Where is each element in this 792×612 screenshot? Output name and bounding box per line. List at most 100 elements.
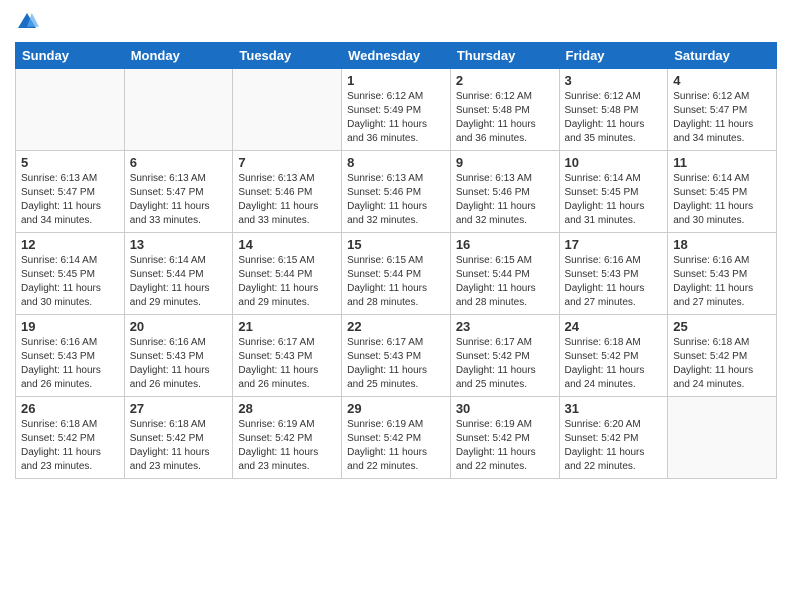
day-number: 31	[565, 401, 663, 416]
day-info: Sunrise: 6:13 AMSunset: 5:47 PMDaylight:…	[21, 172, 119, 228]
week-row-3: 19 Sunrise: 6:16 AMSunset: 5:43 PMDayligh…	[16, 315, 777, 397]
day-number: 27	[130, 401, 228, 416]
day-info: Sunrise: 6:18 AMSunset: 5:42 PMDaylight:…	[21, 418, 119, 474]
calendar-cell: 12 Sunrise: 6:14 AMSunset: 5:45 PMDayligh…	[16, 233, 125, 315]
day-info: Sunrise: 6:17 AMSunset: 5:43 PMDaylight:…	[238, 336, 336, 392]
day-number: 25	[673, 319, 771, 334]
calendar-cell: 25 Sunrise: 6:18 AMSunset: 5:42 PMDayligh…	[668, 315, 777, 397]
week-row-4: 26 Sunrise: 6:18 AMSunset: 5:42 PMDayligh…	[16, 397, 777, 479]
days-header-row: SundayMondayTuesdayWednesdayThursdayFrid…	[16, 43, 777, 69]
calendar-cell: 14 Sunrise: 6:15 AMSunset: 5:44 PMDayligh…	[233, 233, 342, 315]
calendar-cell	[16, 69, 125, 151]
day-info: Sunrise: 6:19 AMSunset: 5:42 PMDaylight:…	[456, 418, 554, 474]
day-info: Sunrise: 6:18 AMSunset: 5:42 PMDaylight:…	[673, 336, 771, 392]
day-number: 30	[456, 401, 554, 416]
day-number: 20	[130, 319, 228, 334]
day-info: Sunrise: 6:12 AMSunset: 5:49 PMDaylight:…	[347, 90, 445, 146]
day-number: 1	[347, 73, 445, 88]
day-info: Sunrise: 6:13 AMSunset: 5:46 PMDaylight:…	[347, 172, 445, 228]
calendar-cell	[233, 69, 342, 151]
logo-icon	[15, 10, 39, 34]
day-number: 5	[21, 155, 119, 170]
calendar-cell: 11 Sunrise: 6:14 AMSunset: 5:45 PMDayligh…	[668, 151, 777, 233]
calendar-cell: 3 Sunrise: 6:12 AMSunset: 5:48 PMDaylight…	[559, 69, 668, 151]
day-info: Sunrise: 6:17 AMSunset: 5:42 PMDaylight:…	[456, 336, 554, 392]
calendar-cell: 4 Sunrise: 6:12 AMSunset: 5:47 PMDaylight…	[668, 69, 777, 151]
day-info: Sunrise: 6:18 AMSunset: 5:42 PMDaylight:…	[130, 418, 228, 474]
day-number: 29	[347, 401, 445, 416]
calendar-cell	[124, 69, 233, 151]
day-info: Sunrise: 6:13 AMSunset: 5:46 PMDaylight:…	[456, 172, 554, 228]
calendar-cell: 6 Sunrise: 6:13 AMSunset: 5:47 PMDaylight…	[124, 151, 233, 233]
day-number: 23	[456, 319, 554, 334]
day-number: 11	[673, 155, 771, 170]
calendar-cell: 15Sunrise: 6:15 AMSunset: 5:44 PMDayligh…	[342, 233, 451, 315]
calendar-cell: 20 Sunrise: 6:16 AMSunset: 5:43 PMDayligh…	[124, 315, 233, 397]
day-info: Sunrise: 6:13 AMSunset: 5:47 PMDaylight:…	[130, 172, 228, 228]
day-info: Sunrise: 6:14 AMSunset: 5:45 PMDaylight:…	[21, 254, 119, 310]
day-number: 21	[238, 319, 336, 334]
day-number: 28	[238, 401, 336, 416]
week-row-0: 1 Sunrise: 6:12 AMSunset: 5:49 PMDaylight…	[16, 69, 777, 151]
week-row-2: 12 Sunrise: 6:14 AMSunset: 5:45 PMDayligh…	[16, 233, 777, 315]
day-info: Sunrise: 6:19 AMSunset: 5:42 PMDaylight:…	[347, 418, 445, 474]
calendar-cell: 10 Sunrise: 6:14 AMSunset: 5:45 PMDayligh…	[559, 151, 668, 233]
day-number: 14	[238, 237, 336, 252]
day-number: 24	[565, 319, 663, 334]
day-info: Sunrise: 6:12 AMSunset: 5:48 PMDaylight:…	[456, 90, 554, 146]
calendar-cell: 27 Sunrise: 6:18 AMSunset: 5:42 PMDayligh…	[124, 397, 233, 479]
day-info: Sunrise: 6:18 AMSunset: 5:42 PMDaylight:…	[565, 336, 663, 392]
day-number: 22	[347, 319, 445, 334]
calendar-cell: 28 Sunrise: 6:19 AMSunset: 5:42 PMDayligh…	[233, 397, 342, 479]
day-info: Sunrise: 6:14 AMSunset: 5:45 PMDaylight:…	[565, 172, 663, 228]
day-info: Sunrise: 6:12 AMSunset: 5:47 PMDaylight:…	[673, 90, 771, 146]
week-row-1: 5 Sunrise: 6:13 AMSunset: 5:47 PMDaylight…	[16, 151, 777, 233]
calendar-cell: 2Sunrise: 6:12 AMSunset: 5:48 PMDaylight…	[450, 69, 559, 151]
day-info: Sunrise: 6:16 AMSunset: 5:43 PMDaylight:…	[21, 336, 119, 392]
day-info: Sunrise: 6:16 AMSunset: 5:43 PMDaylight:…	[673, 254, 771, 310]
day-number: 15	[347, 237, 445, 252]
calendar-cell: 8 Sunrise: 6:13 AMSunset: 5:46 PMDaylight…	[342, 151, 451, 233]
day-header-friday: Friday	[559, 43, 668, 69]
day-number: 17	[565, 237, 663, 252]
calendar-cell: 24 Sunrise: 6:18 AMSunset: 5:42 PMDayligh…	[559, 315, 668, 397]
calendar-cell: 22 Sunrise: 6:17 AMSunset: 5:43 PMDayligh…	[342, 315, 451, 397]
calendar-cell: 30 Sunrise: 6:19 AMSunset: 5:42 PMDayligh…	[450, 397, 559, 479]
calendar: SundayMondayTuesdayWednesdayThursdayFrid…	[15, 42, 777, 479]
day-header-tuesday: Tuesday	[233, 43, 342, 69]
day-number: 19	[21, 319, 119, 334]
calendar-cell: 9Sunrise: 6:13 AMSunset: 5:46 PMDaylight…	[450, 151, 559, 233]
day-number: 8	[347, 155, 445, 170]
day-info: Sunrise: 6:15 AMSunset: 5:44 PMDaylight:…	[238, 254, 336, 310]
logo	[15, 10, 43, 34]
day-info: Sunrise: 6:12 AMSunset: 5:48 PMDaylight:…	[565, 90, 663, 146]
day-header-wednesday: Wednesday	[342, 43, 451, 69]
day-info: Sunrise: 6:16 AMSunset: 5:43 PMDaylight:…	[130, 336, 228, 392]
day-number: 26	[21, 401, 119, 416]
day-info: Sunrise: 6:14 AMSunset: 5:45 PMDaylight:…	[673, 172, 771, 228]
calendar-cell: 7Sunrise: 6:13 AMSunset: 5:46 PMDaylight…	[233, 151, 342, 233]
calendar-cell: 23 Sunrise: 6:17 AMSunset: 5:42 PMDayligh…	[450, 315, 559, 397]
day-number: 13	[130, 237, 228, 252]
day-number: 12	[21, 237, 119, 252]
day-number: 16	[456, 237, 554, 252]
calendar-cell: 31Sunrise: 6:20 AMSunset: 5:42 PMDayligh…	[559, 397, 668, 479]
day-header-saturday: Saturday	[668, 43, 777, 69]
calendar-cell: 13 Sunrise: 6:14 AMSunset: 5:44 PMDayligh…	[124, 233, 233, 315]
day-number: 3	[565, 73, 663, 88]
calendar-cell: 26 Sunrise: 6:18 AMSunset: 5:42 PMDayligh…	[16, 397, 125, 479]
day-info: Sunrise: 6:19 AMSunset: 5:42 PMDaylight:…	[238, 418, 336, 474]
calendar-cell: 5 Sunrise: 6:13 AMSunset: 5:47 PMDaylight…	[16, 151, 125, 233]
day-info: Sunrise: 6:13 AMSunset: 5:46 PMDaylight:…	[238, 172, 336, 228]
calendar-cell: 1 Sunrise: 6:12 AMSunset: 5:49 PMDaylight…	[342, 69, 451, 151]
calendar-cell: 18Sunrise: 6:16 AMSunset: 5:43 PMDayligh…	[668, 233, 777, 315]
calendar-cell: 19 Sunrise: 6:16 AMSunset: 5:43 PMDayligh…	[16, 315, 125, 397]
day-number: 10	[565, 155, 663, 170]
day-info: Sunrise: 6:17 AMSunset: 5:43 PMDaylight:…	[347, 336, 445, 392]
day-number: 4	[673, 73, 771, 88]
day-number: 6	[130, 155, 228, 170]
calendar-cell: 16Sunrise: 6:15 AMSunset: 5:44 PMDayligh…	[450, 233, 559, 315]
calendar-cell: 21 Sunrise: 6:17 AMSunset: 5:43 PMDayligh…	[233, 315, 342, 397]
calendar-cell: 17Sunrise: 6:16 AMSunset: 5:43 PMDayligh…	[559, 233, 668, 315]
day-info: Sunrise: 6:14 AMSunset: 5:44 PMDaylight:…	[130, 254, 228, 310]
